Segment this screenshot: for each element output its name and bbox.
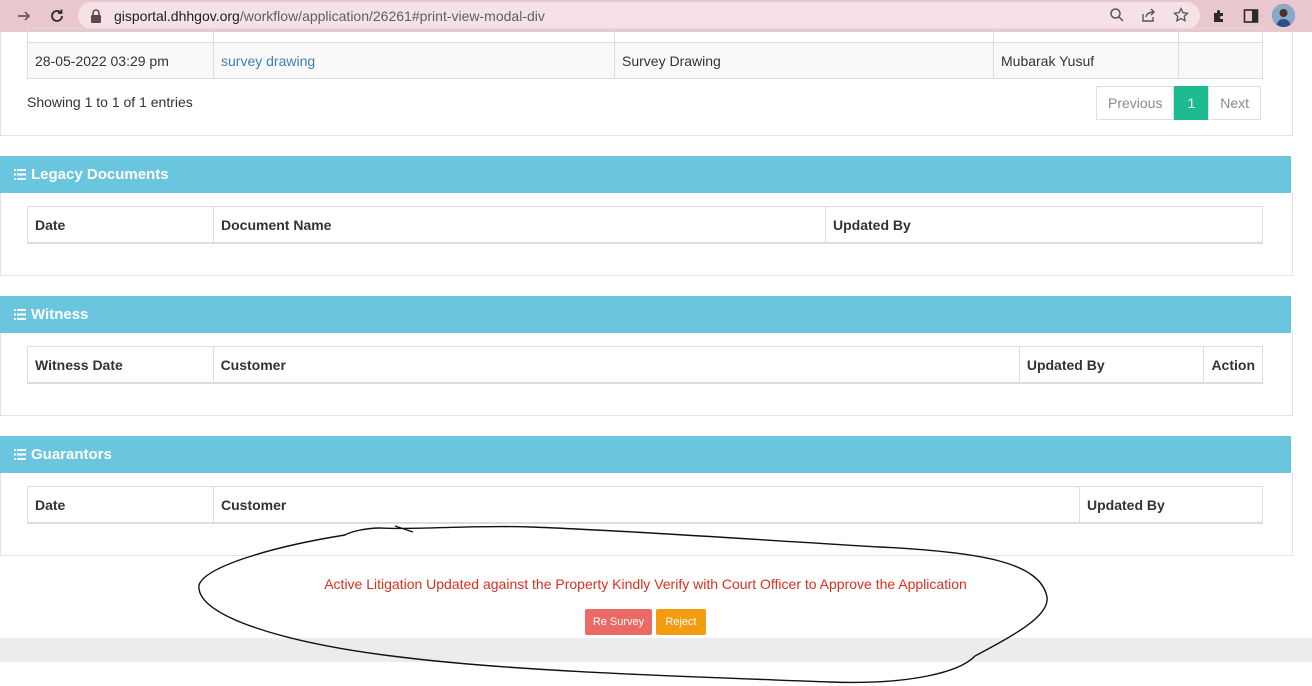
hand-drawn-circle-annotation bbox=[198, 525, 1048, 684]
url-path: /workflow/application/26261#print-view-m… bbox=[239, 7, 545, 24]
url-host: gisportal.dhhgov.org bbox=[114, 7, 240, 24]
zoom-icon[interactable] bbox=[1108, 6, 1126, 24]
address-bar[interactable]: gisportal.dhhgov.org/workflow/applicatio… bbox=[78, 2, 1200, 29]
bookmark-star-icon[interactable] bbox=[1172, 6, 1190, 24]
share-icon[interactable] bbox=[1140, 6, 1158, 24]
reload-icon[interactable] bbox=[46, 5, 68, 27]
url-text: gisportal.dhhgov.org/workflow/applicatio… bbox=[114, 8, 545, 24]
forward-icon[interactable] bbox=[13, 5, 35, 27]
lock-icon bbox=[91, 8, 101, 23]
profile-avatar[interactable] bbox=[1272, 4, 1295, 27]
page-content: 28-05-2022 03:29 pm survey drawing Surve… bbox=[0, 28, 1312, 686]
extensions-icon[interactable] bbox=[1208, 5, 1230, 27]
side-panel-icon[interactable] bbox=[1240, 5, 1262, 27]
